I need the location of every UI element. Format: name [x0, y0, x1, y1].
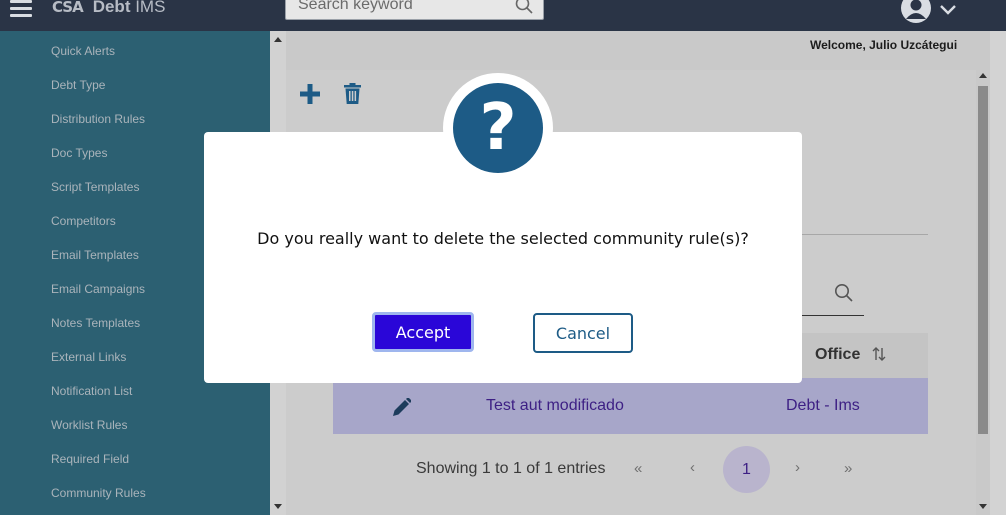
search-box: [285, 0, 544, 20]
sidebar-item-email-templates[interactable]: Email Templates: [51, 248, 139, 262]
sidebar-item-worklist-rules[interactable]: Worklist Rules: [51, 418, 127, 432]
search-input[interactable]: [286, 0, 506, 19]
table-search-icon[interactable]: [834, 283, 853, 307]
first-page-button[interactable]: «: [634, 460, 642, 477]
sidebar-item-quick-alerts[interactable]: Quick Alerts: [51, 44, 115, 58]
sidebar-item-email-campaigns[interactable]: Email Campaigns: [51, 282, 145, 296]
last-page-button[interactable]: »: [844, 460, 852, 477]
dialog-message: Do you really want to delete the selecte…: [257, 229, 749, 248]
welcome-message: Welcome, Julio Uzcátegui: [810, 38, 958, 52]
table-cell-office: Debt - Ims: [786, 397, 860, 414]
pagination-summary: Showing 1 to 1 of 1 entries: [416, 460, 606, 477]
content-scrollbar-thumb[interactable]: [978, 86, 988, 434]
app-logo[interactable]: CSA Debt IMS: [52, 0, 165, 18]
prev-page-button[interactable]: ‹: [690, 459, 695, 476]
table-cell-name[interactable]: Test aut modificado: [486, 397, 624, 415]
sidebar-item-distribution-rules[interactable]: Distribution Rules: [51, 112, 145, 126]
user-menu[interactable]: [900, 0, 956, 29]
sidebar-item-notification-list[interactable]: Notification List: [51, 384, 132, 398]
sort-icon[interactable]: [872, 347, 886, 366]
content-scroll-up-icon[interactable]: [979, 73, 987, 78]
trash-icon[interactable]: [344, 83, 361, 109]
column-header-office[interactable]: Office: [815, 346, 860, 364]
logo-mark: CSA: [52, 0, 84, 16]
sidebar-item-required-field[interactable]: Required Field: [51, 452, 129, 466]
content-scroll-down-icon[interactable]: [979, 504, 987, 509]
sidebar-item-notes-templates[interactable]: Notes Templates: [51, 316, 140, 330]
sidebar-item-external-links[interactable]: External Links: [51, 350, 126, 364]
app-name: Debt IMS: [92, 0, 166, 16]
scroll-down-icon[interactable]: [274, 504, 282, 509]
add-icon[interactable]: [299, 83, 321, 110]
sidebar-item-debt-type[interactable]: Debt Type: [51, 78, 105, 92]
sidebar-item-competitors[interactable]: Competitors: [51, 214, 116, 228]
top-bar: CSA Debt IMS: [0, 0, 1006, 31]
cancel-button[interactable]: Cancel: [533, 313, 633, 353]
pencil-icon[interactable]: [392, 397, 412, 422]
page-button-current[interactable]: 1: [723, 446, 770, 493]
sidebar-item-community-rules[interactable]: Community Rules: [51, 486, 146, 500]
scroll-up-icon[interactable]: [274, 37, 282, 42]
accept-button[interactable]: Accept: [372, 312, 474, 352]
sidebar-item-script-templates[interactable]: Script Templates: [51, 180, 139, 194]
section-divider: [790, 234, 928, 235]
chevron-down-icon: [940, 2, 956, 20]
sidebar-item-doc-types[interactable]: Doc Types: [51, 146, 107, 160]
page-edge: [990, 31, 1006, 515]
question-icon: ?: [453, 83, 543, 173]
next-page-button[interactable]: ›: [795, 459, 800, 476]
search-icon[interactable]: [515, 0, 533, 19]
hamburger-menu-icon[interactable]: [10, 0, 32, 18]
user-avatar-icon: [900, 0, 932, 29]
